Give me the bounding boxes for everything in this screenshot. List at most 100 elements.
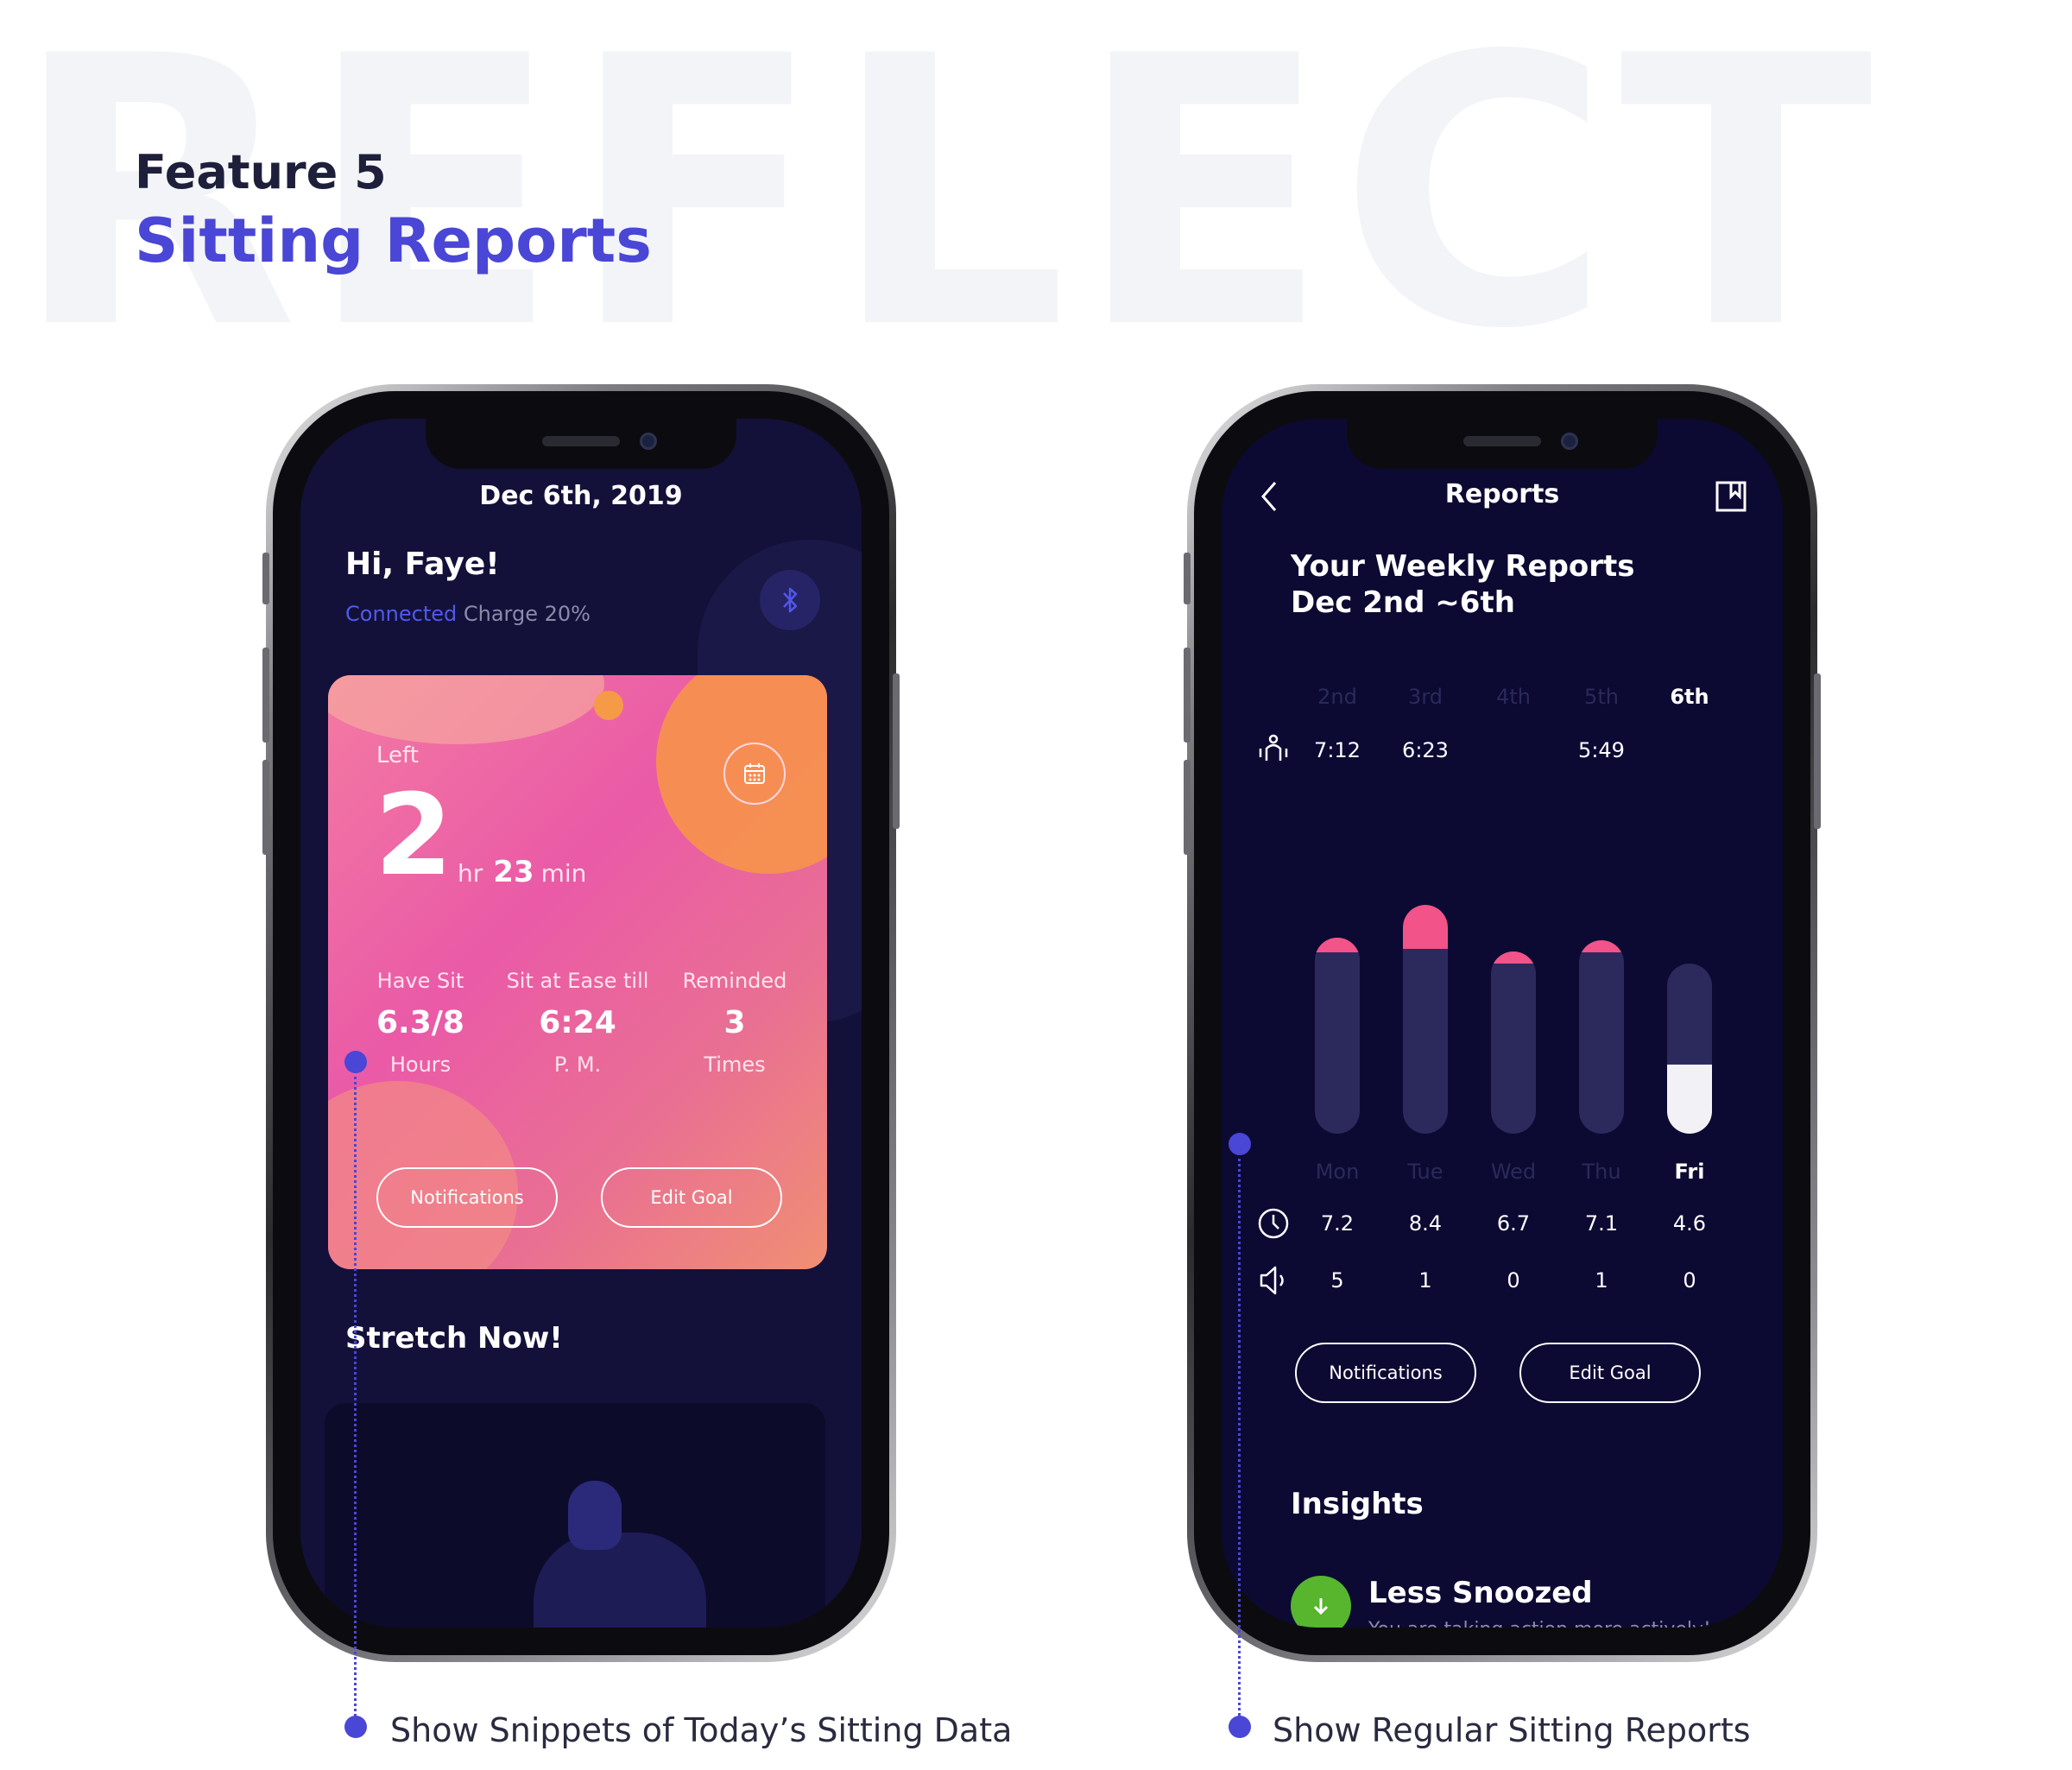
date-label: 3rd <box>1408 685 1443 709</box>
posture-time-value: 7:12 <box>1314 738 1361 762</box>
weekday-label: Mon <box>1315 1160 1360 1184</box>
calendar-icon <box>744 763 765 784</box>
phone-right: Reports Your Weekly Reports Dec 2nd ~6th <box>1187 384 1817 1662</box>
snooze-count-value: 5 <box>1330 1268 1344 1293</box>
notifications-button[interactable]: Notifications <box>1295 1343 1476 1403</box>
minutes-unit: min <box>540 859 587 888</box>
stat-value: 6:24 <box>539 1005 616 1040</box>
bar-fri[interactable] <box>1667 964 1712 1134</box>
clock-icon <box>1256 1206 1291 1244</box>
phone-side-button <box>262 760 269 855</box>
weekday-label: Wed <box>1490 1160 1537 1184</box>
insight-icon <box>1291 1576 1351 1628</box>
feature-title: Sitting Reports <box>135 205 652 276</box>
caption-right: Show Regular Sitting Reports <box>1273 1711 1751 1749</box>
stat-reminded: Reminded 3 Times <box>656 969 813 1077</box>
bar-thu[interactable] <box>1579 940 1624 1134</box>
phone-notch <box>426 419 736 469</box>
phone-bezel: Reports Your Weekly Reports Dec 2nd ~6th <box>1194 391 1810 1655</box>
bluetooth-icon <box>783 587 798 613</box>
bar-over-goal <box>1579 940 1624 952</box>
feature-label: Feature 5 <box>135 145 387 199</box>
stat-sit-at-ease: Sit at Ease till 6:24 P. M. <box>499 969 656 1077</box>
time-units: hr 23 min <box>458 855 586 889</box>
minutes-remaining: 23 <box>493 855 534 889</box>
snooze-count-value: 1 <box>1418 1268 1432 1293</box>
snooze-count-value: 0 <box>1507 1268 1520 1293</box>
weekday-label: Thu <box>1582 1160 1621 1184</box>
arrow-down-icon <box>1313 1598 1329 1615</box>
callout-dot <box>344 1716 367 1738</box>
sitting-hours-value: 7.2 <box>1320 1211 1355 1236</box>
today-stats: Have Sit 6.3/8 Hours Sit at Ease till 6:… <box>342 969 813 1077</box>
date-label: 6th <box>1670 685 1709 709</box>
hours-remaining: 2 <box>375 769 453 901</box>
phone-side-button <box>1814 673 1821 829</box>
edit-goal-button[interactable]: Edit Goal <box>601 1167 782 1228</box>
weekday-label: Tue <box>1407 1160 1443 1184</box>
stat-value: 3 <box>723 1005 746 1040</box>
bar-progress-fill <box>1667 1065 1712 1134</box>
insights-title: Insights <box>1291 1487 1424 1521</box>
home-screen: Dec 6th, 2019 Hi, Faye! Connected Charge… <box>300 419 862 1628</box>
bluetooth-button[interactable] <box>760 570 820 630</box>
remaining-time-card: Left 2 hr 23 min Have Sit 6.3/8 Hours Si… <box>328 675 827 1269</box>
callout-dot <box>1229 1716 1251 1738</box>
stat-header: Sit at Ease till <box>506 969 649 993</box>
date-title: Dec 6th, 2019 <box>479 481 683 511</box>
bookmark-icon <box>1715 481 1747 512</box>
bar-wed[interactable] <box>1491 951 1536 1134</box>
reports-screen: Reports Your Weekly Reports Dec 2nd ~6th <box>1222 419 1783 1628</box>
posture-time-value: 5:49 <box>1578 738 1625 762</box>
snooze-count-value: 1 <box>1595 1268 1608 1293</box>
date-label: 4th <box>1496 685 1531 709</box>
stat-header: Have Sit <box>376 969 464 993</box>
phone-bezel: Dec 6th, 2019 Hi, Faye! Connected Charge… <box>273 391 889 1655</box>
posture-time-value: 6:23 <box>1402 738 1449 762</box>
greeting: Hi, Faye! <box>345 547 500 582</box>
notifications-button[interactable]: Notifications <box>376 1167 558 1228</box>
sitting-hours-value: 7.1 <box>1584 1211 1619 1236</box>
stat-header: Reminded <box>682 969 787 993</box>
stat-unit: P. M. <box>553 1053 602 1077</box>
bar-tue[interactable] <box>1403 905 1448 1134</box>
sitting-hours-value: 4.6 <box>1672 1211 1707 1236</box>
calendar-button[interactable] <box>723 743 786 805</box>
phone-notch <box>1347 419 1658 469</box>
stretch-figure-head <box>568 1481 622 1550</box>
insight-subtitle: You are taking action more actively! <box>1368 1619 1711 1628</box>
phone-side-button <box>1184 760 1191 855</box>
stat-value: 6.3/8 <box>376 1005 464 1040</box>
weekly-range: Dec 2nd ~6th <box>1291 585 1515 620</box>
bar-over-goal <box>1315 938 1360 952</box>
phone-side-button <box>262 553 269 604</box>
callout-line <box>1238 1153 1241 1727</box>
phone-side-button <box>893 673 900 829</box>
insight-title: Less Snoozed <box>1368 1576 1593 1610</box>
edit-goal-button[interactable]: Edit Goal <box>1519 1343 1701 1403</box>
date-label: 2nd <box>1317 685 1357 709</box>
weekly-heading: Your Weekly Reports Dec 2nd ~6th <box>1291 548 1635 621</box>
stat-unit: Times <box>704 1053 766 1077</box>
sitting-hours-value: 6.7 <box>1496 1211 1531 1236</box>
bar-over-goal <box>1403 905 1448 949</box>
device-status: Connected Charge 20% <box>345 602 591 626</box>
bookmark-button[interactable] <box>1714 479 1748 517</box>
bar-mon[interactable] <box>1315 938 1360 1134</box>
left-label: Left <box>376 743 419 768</box>
speaker-icon <box>1256 1263 1291 1301</box>
callout-line <box>354 1071 357 1727</box>
connected-status: Connected <box>345 602 458 626</box>
weekly-title: Your Weekly Reports <box>1291 549 1635 584</box>
phone-side-button <box>1184 553 1191 604</box>
posture-icon <box>1256 731 1291 769</box>
phone-side-button <box>262 648 269 743</box>
bar-over-goal <box>1491 951 1536 964</box>
caption-left: Show Snippets of Today’s Sitting Data <box>390 1711 1013 1749</box>
weekday-label: Fri <box>1674 1160 1705 1184</box>
date-label: 5th <box>1584 685 1619 709</box>
snooze-count-value: 0 <box>1683 1268 1696 1293</box>
charge-status: Charge 20% <box>463 602 591 626</box>
hours-unit: hr <box>458 859 483 888</box>
nav-title: Reports <box>1444 479 1560 509</box>
